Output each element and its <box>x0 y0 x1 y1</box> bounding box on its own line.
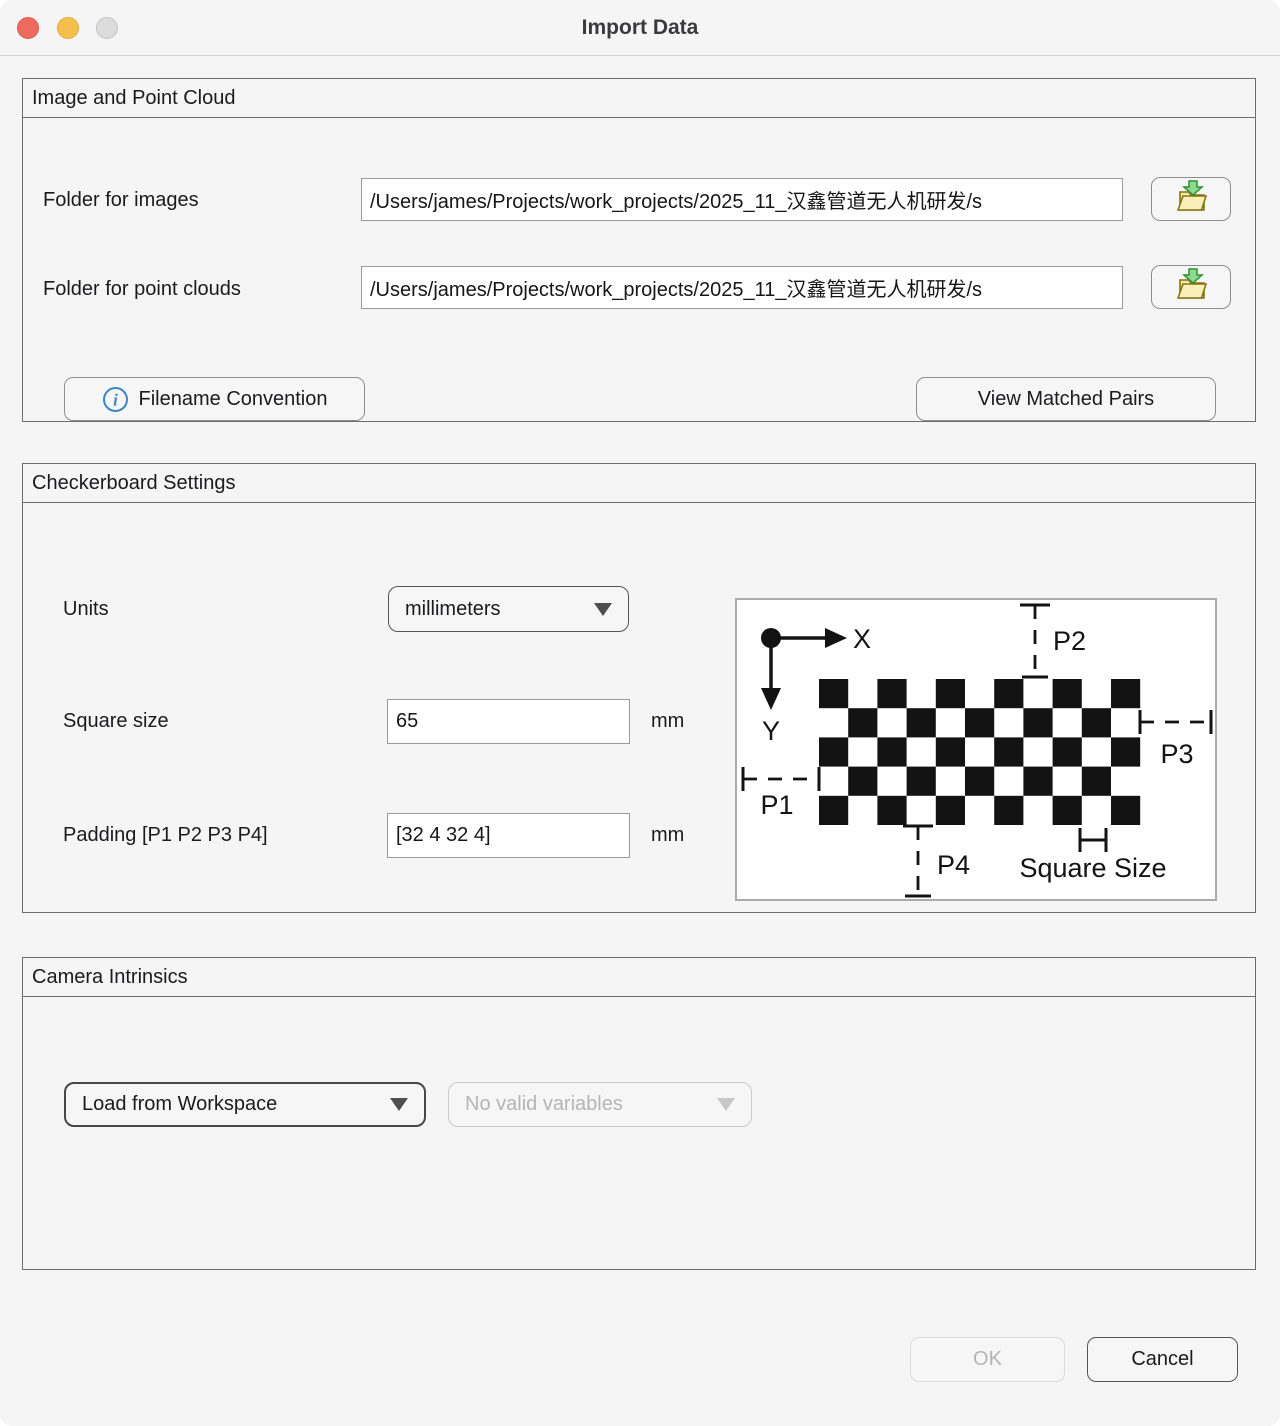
square-size-input[interactable] <box>387 699 630 744</box>
window-title: Import Data <box>0 0 1280 55</box>
intrinsics-source-dropdown[interactable]: Load from Workspace <box>64 1082 426 1127</box>
folder-pointclouds-input[interactable] <box>361 266 1123 309</box>
svg-text:i: i <box>113 390 118 409</box>
ok-button-label: OK <box>973 1348 1002 1371</box>
camera-intrinsics-title: Camera Intrinsics <box>23 958 1255 997</box>
info-icon: i <box>102 386 129 413</box>
p4-label: P4 <box>937 850 970 880</box>
padding-unit: mm <box>651 824 684 847</box>
p1-label: P1 <box>760 790 793 820</box>
image-point-cloud-group: Image and Point Cloud Folder for images … <box>22 78 1256 422</box>
intrinsics-source-value: Load from Workspace <box>82 1093 277 1116</box>
padding-label: Padding [P1 P2 P3 P4] <box>63 824 268 847</box>
minimize-window-button[interactable] <box>57 17 79 39</box>
square-size-label: Square size <box>63 710 169 733</box>
import-data-dialog: Import Data Image and Point Cloud Folder… <box>0 0 1280 1426</box>
p2-label: P2 <box>1053 626 1086 656</box>
x-axis-label: X <box>853 624 871 654</box>
intrinsics-variables-dropdown: No valid variables <box>448 1082 752 1127</box>
square-size-diagram-label: Square Size <box>1019 853 1166 883</box>
camera-intrinsics-group: Camera Intrinsics Load from Workspace No… <box>22 957 1256 1270</box>
folder-images-label: Folder for images <box>43 189 199 212</box>
units-label: Units <box>63 598 109 621</box>
image-point-cloud-title: Image and Point Cloud <box>23 79 1255 118</box>
ok-button[interactable]: OK <box>910 1337 1065 1382</box>
chevron-down-icon <box>390 1098 408 1111</box>
checkerboard-diagram: X Y P1 P2 <box>735 598 1217 901</box>
checkerboard-settings-title: Checkerboard Settings <box>23 464 1255 503</box>
checkerboard-settings-group: Checkerboard Settings Units millimeters … <box>22 463 1256 913</box>
padding-input[interactable] <box>387 813 630 858</box>
browse-pointclouds-button[interactable] <box>1151 265 1231 309</box>
x-axis-arrow <box>825 628 847 648</box>
chevron-down-icon <box>594 603 612 616</box>
square-size-unit: mm <box>651 710 684 733</box>
y-axis-label: Y <box>762 716 780 746</box>
filename-convention-button[interactable]: i Filename Convention <box>64 377 365 421</box>
browse-images-button[interactable] <box>1151 177 1231 221</box>
y-axis-arrow <box>761 688 781 710</box>
chevron-down-icon <box>717 1098 735 1111</box>
open-folder-import-icon <box>1172 179 1210 219</box>
units-dropdown-value: millimeters <box>405 598 501 621</box>
intrinsics-variables-value: No valid variables <box>465 1093 623 1116</box>
filename-convention-label: Filename Convention <box>139 388 328 411</box>
checkerboard-squares <box>819 679 1140 825</box>
view-matched-pairs-label: View Matched Pairs <box>978 388 1154 411</box>
folder-pointclouds-label: Folder for point clouds <box>43 278 241 301</box>
open-folder-import-icon <box>1172 267 1210 307</box>
folder-images-input[interactable] <box>361 178 1123 221</box>
cancel-button[interactable]: Cancel <box>1087 1337 1238 1382</box>
units-dropdown[interactable]: millimeters <box>388 586 629 632</box>
title-bar: Import Data <box>0 0 1280 56</box>
cancel-button-label: Cancel <box>1131 1348 1193 1371</box>
p3-label: P3 <box>1160 739 1193 769</box>
close-window-button[interactable] <box>17 17 39 39</box>
zoom-window-button-disabled <box>96 17 118 39</box>
view-matched-pairs-button[interactable]: View Matched Pairs <box>916 377 1216 421</box>
